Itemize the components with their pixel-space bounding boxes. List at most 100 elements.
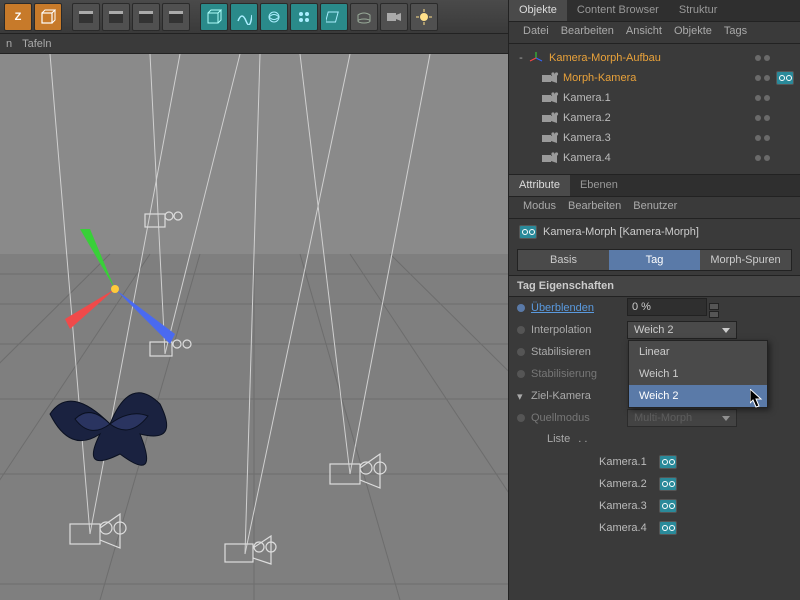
- tag-slot[interactable]: [774, 90, 796, 106]
- tag-slot[interactable]: [774, 130, 796, 146]
- tool-cube-button[interactable]: [34, 3, 62, 31]
- tree-item-label: Morph-Kamera: [563, 72, 744, 84]
- tool-clapper-3[interactable]: [132, 3, 160, 31]
- disclosure-triangle-icon[interactable]: ▾: [517, 390, 525, 403]
- tag-slot[interactable]: [774, 150, 796, 166]
- label-ueberblenden[interactable]: Überblenden: [531, 302, 621, 314]
- list-item[interactable]: Kamera.1: [517, 451, 792, 473]
- list-item[interactable]: Kamera.2: [517, 473, 792, 495]
- tool-z-button[interactable]: Z: [4, 3, 32, 31]
- seg-tag[interactable]: Tag: [609, 250, 700, 270]
- prop-quellmodus: Quellmodus Multi-Morph: [509, 407, 800, 429]
- obj-menu-bearbeiten[interactable]: Bearbeiten: [561, 25, 614, 40]
- dropdown-option-weich2[interactable]: Weich 2: [629, 385, 767, 407]
- tree-row[interactable]: Kamera.3: [509, 128, 800, 148]
- camera-morph-tag-icon: [659, 455, 677, 469]
- tree-row[interactable]: - Kamera-Morph-Aufbau: [509, 48, 800, 68]
- axis-icon: [527, 51, 545, 65]
- dropdown-option-linear[interactable]: Linear: [629, 341, 767, 363]
- dropdown-quellmodus: Multi-Morph: [627, 409, 737, 427]
- tag-slot[interactable]: [774, 50, 796, 66]
- seg-morph-spuren[interactable]: Morph-Spuren: [700, 250, 791, 270]
- tab-attribute[interactable]: Attribute: [509, 175, 570, 196]
- obj-menu-tags[interactable]: Tags: [724, 25, 747, 40]
- tool-array[interactable]: [290, 3, 318, 31]
- tab-ebenen[interactable]: Ebenen: [570, 175, 628, 196]
- camera-icon: [541, 151, 559, 165]
- list-item[interactable]: Kamera.3: [517, 495, 792, 517]
- obj-menu-objekte[interactable]: Objekte: [674, 25, 712, 40]
- visibility-dots[interactable]: [744, 95, 774, 101]
- tree-twisty-icon[interactable]: -: [515, 52, 527, 64]
- camera-morph-tag-icon[interactable]: [776, 71, 794, 85]
- tab-content-browser[interactable]: Content Browser: [567, 0, 669, 21]
- tool-clapper-4[interactable]: [162, 3, 190, 31]
- tool-light[interactable]: [410, 3, 438, 31]
- camera-icon: [541, 71, 559, 85]
- label-liste: Liste: [547, 433, 570, 445]
- tool-deformer[interactable]: [320, 3, 348, 31]
- dropdown-interpolation-value: Weich 2: [634, 324, 674, 336]
- tool-prim-cube[interactable]: [200, 3, 228, 31]
- attr-menu-bearbeiten[interactable]: Bearbeiten: [568, 200, 621, 215]
- camera-morph-tag-icon: [659, 499, 677, 513]
- 3d-viewport[interactable]: [0, 54, 508, 600]
- tool-spline[interactable]: [230, 3, 258, 31]
- tab-objekte[interactable]: Objekte: [509, 0, 567, 21]
- obj-menu-datei[interactable]: Datei: [523, 25, 549, 40]
- visibility-dots[interactable]: [744, 155, 774, 161]
- interpolation-dropdown-menu: Linear Weich 1 Weich 2: [628, 340, 768, 408]
- tag-slot[interactable]: [774, 70, 796, 86]
- camera-morph-tag-icon: [659, 521, 677, 535]
- visibility-dots[interactable]: [744, 75, 774, 81]
- keyframe-bullet-icon[interactable]: [517, 304, 525, 312]
- tree-row[interactable]: Kamera.2: [509, 108, 800, 128]
- caret-down-icon: [722, 328, 730, 333]
- tree-row[interactable]: Morph-Kamera: [509, 68, 800, 88]
- tool-clapper-1[interactable]: [72, 3, 100, 31]
- list-item-label: Kamera.2: [599, 478, 647, 490]
- tree-item-label: Kamera.3: [563, 132, 744, 144]
- tree-row[interactable]: Kamera.1: [509, 88, 800, 108]
- tree-item-label: Kamera.2: [563, 112, 744, 124]
- label-quellmodus: Quellmodus: [531, 412, 621, 424]
- attr-object-title: Kamera-Morph [Kamera-Morph]: [509, 219, 800, 245]
- camera-morph-tag-icon: [659, 477, 677, 491]
- attr-menu-modus[interactable]: Modus: [523, 200, 556, 215]
- input-ueberblenden[interactable]: 0 %: [627, 298, 707, 316]
- list-item[interactable]: Kamera.4: [517, 517, 792, 539]
- tool-camera[interactable]: [380, 3, 408, 31]
- subbar-item-1[interactable]: Tafeln: [22, 38, 51, 50]
- object-panel-tabs: Objekte Content Browser Struktur: [509, 0, 800, 22]
- visibility-dots[interactable]: [744, 55, 774, 61]
- object-panel-menu: Datei Bearbeiten Ansicht Objekte Tags: [509, 22, 800, 44]
- caret-down-icon: [722, 416, 730, 421]
- seg-basis[interactable]: Basis: [518, 250, 609, 270]
- keyframe-bullet-icon[interactable]: [517, 348, 525, 356]
- attr-title-text: Kamera-Morph [Kamera-Morph]: [543, 226, 699, 238]
- dropdown-interpolation[interactable]: Weich 2: [627, 321, 737, 339]
- attr-menu-benutzer[interactable]: Benutzer: [633, 200, 677, 215]
- subbar-item-0[interactable]: n: [6, 38, 12, 50]
- keyframe-bullet-icon[interactable]: [517, 326, 525, 334]
- object-tree[interactable]: - Kamera-Morph-Aufbau Morph-Kamera Kamera.1…: [509, 44, 800, 175]
- tool-nurbs[interactable]: [260, 3, 288, 31]
- visibility-dots[interactable]: [744, 115, 774, 121]
- tree-item-label: Kamera-Morph-Aufbau: [549, 52, 744, 64]
- obj-menu-ansicht[interactable]: Ansicht: [626, 25, 662, 40]
- visibility-dots[interactable]: [744, 135, 774, 141]
- prop-liste: Liste. . Kamera.1Kamera.2Kamera.3Kamera.…: [509, 429, 800, 543]
- right-panel: Objekte Content Browser Struktur Datei B…: [508, 0, 800, 600]
- tool-clapper-2[interactable]: [102, 3, 130, 31]
- tool-environment[interactable]: [350, 3, 378, 31]
- camera-icon: [541, 131, 559, 145]
- mouse-cursor-icon: [750, 389, 764, 409]
- dropdown-quellmodus-value: Multi-Morph: [634, 412, 692, 424]
- label-stabilisierung: Stabilisierung: [531, 368, 621, 380]
- tag-slot[interactable]: [774, 110, 796, 126]
- keyframe-bullet-icon: [517, 414, 525, 422]
- dropdown-option-weich1[interactable]: Weich 1: [629, 363, 767, 385]
- spinner-ueberblenden[interactable]: [709, 303, 719, 319]
- tab-struktur[interactable]: Struktur: [669, 0, 728, 21]
- tree-row[interactable]: Kamera.4: [509, 148, 800, 168]
